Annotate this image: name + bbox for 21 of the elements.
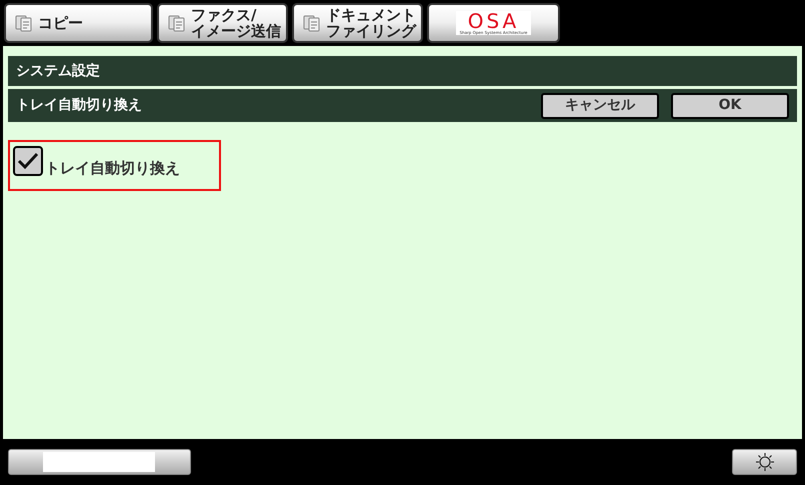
status-button[interactable] <box>8 449 191 475</box>
tab[interactable]: ファクス/ イメージ送信 <box>157 3 288 43</box>
checkbox[interactable] <box>13 146 43 176</box>
tab[interactable]: ドキュメント ファイリング <box>292 3 423 43</box>
tab-label: ファイリング <box>326 23 416 39</box>
check-icon <box>17 152 39 170</box>
documents-icon <box>167 13 187 33</box>
setting-label: トレイ自動切り換え <box>45 158 180 180</box>
cancel-button[interactable]: キャンセル <box>541 92 659 118</box>
tab-label: ファクス/ <box>191 7 256 23</box>
ok-button[interactable]: OK <box>671 92 789 118</box>
sun-icon <box>754 452 774 472</box>
tab[interactable]: コピー <box>4 3 153 43</box>
breadcrumb: システム設定 <box>8 56 797 86</box>
tab-label: ドキュメント <box>326 7 416 23</box>
tab-label: コピー <box>38 15 83 31</box>
documents-icon <box>14 13 34 33</box>
panel-title: トレイ自動切り換え <box>16 96 143 115</box>
tab-label: イメージ送信 <box>191 23 281 39</box>
documents-icon <box>302 13 322 33</box>
brightness-button[interactable] <box>732 449 797 475</box>
